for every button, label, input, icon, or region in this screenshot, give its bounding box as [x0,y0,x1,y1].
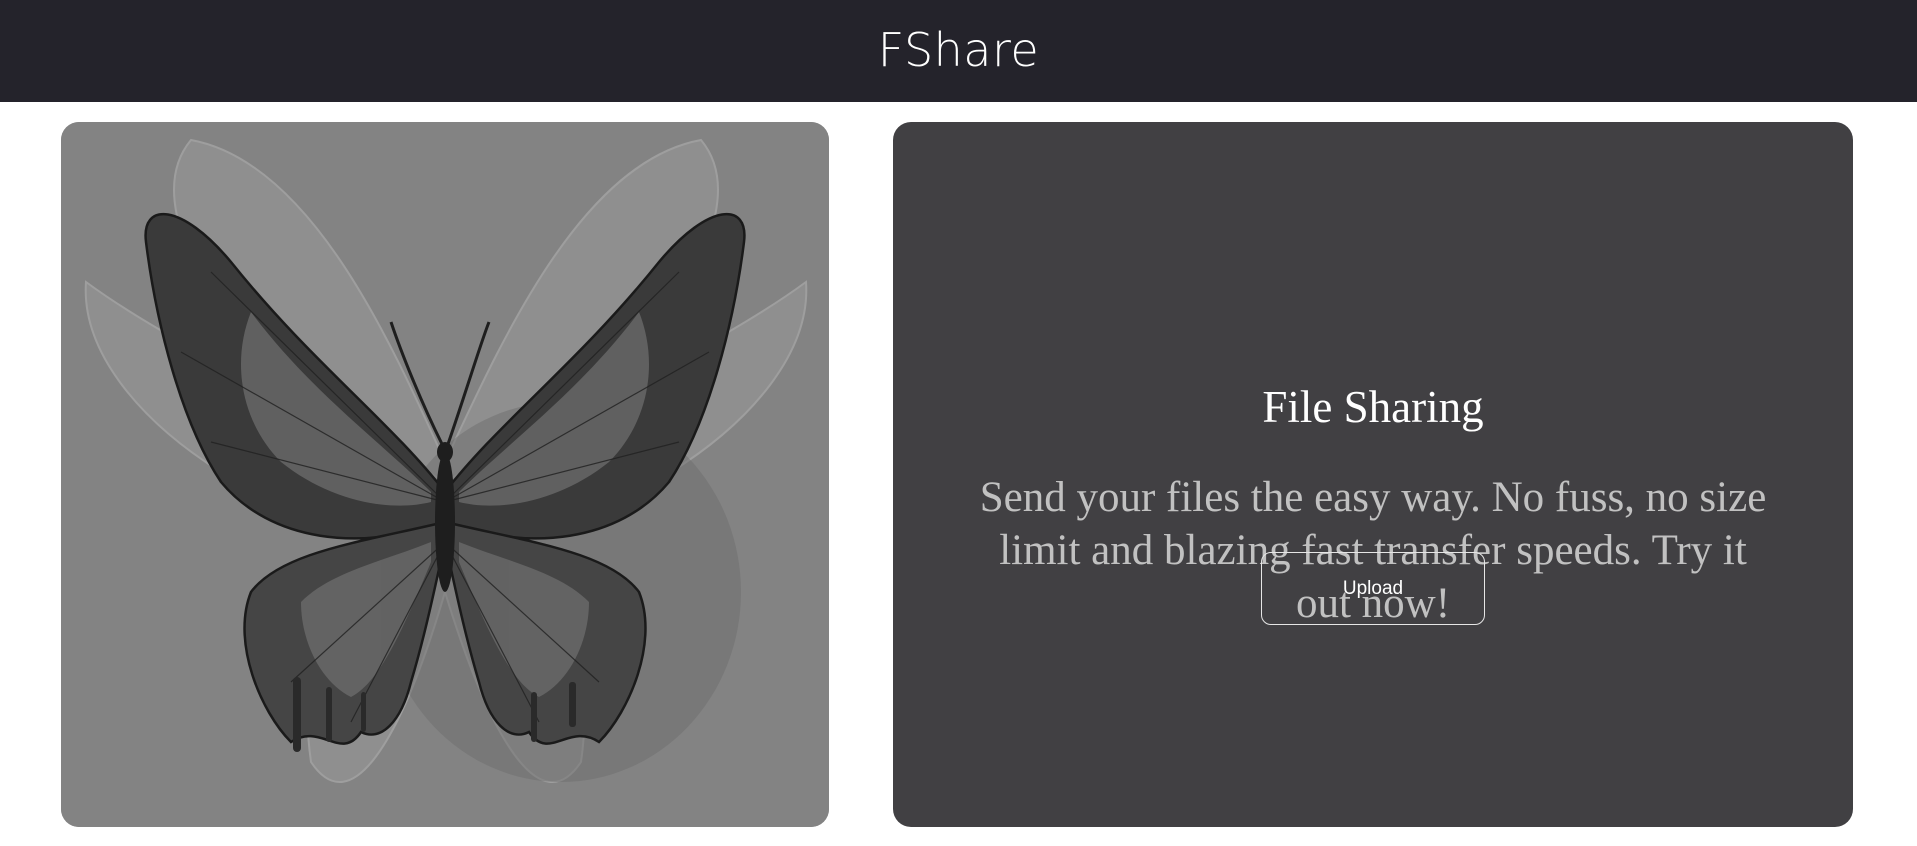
top-header: FShare [0,0,1917,102]
file-sharing-card: File Sharing Send your files the easy wa… [893,122,1853,827]
brand-logo-text[interactable]: FShare [878,23,1039,77]
butterfly-illustration [61,122,829,827]
upload-button[interactable]: Upload [1261,552,1485,625]
hero-image-card [61,122,829,827]
card-title: File Sharing [1262,382,1484,432]
